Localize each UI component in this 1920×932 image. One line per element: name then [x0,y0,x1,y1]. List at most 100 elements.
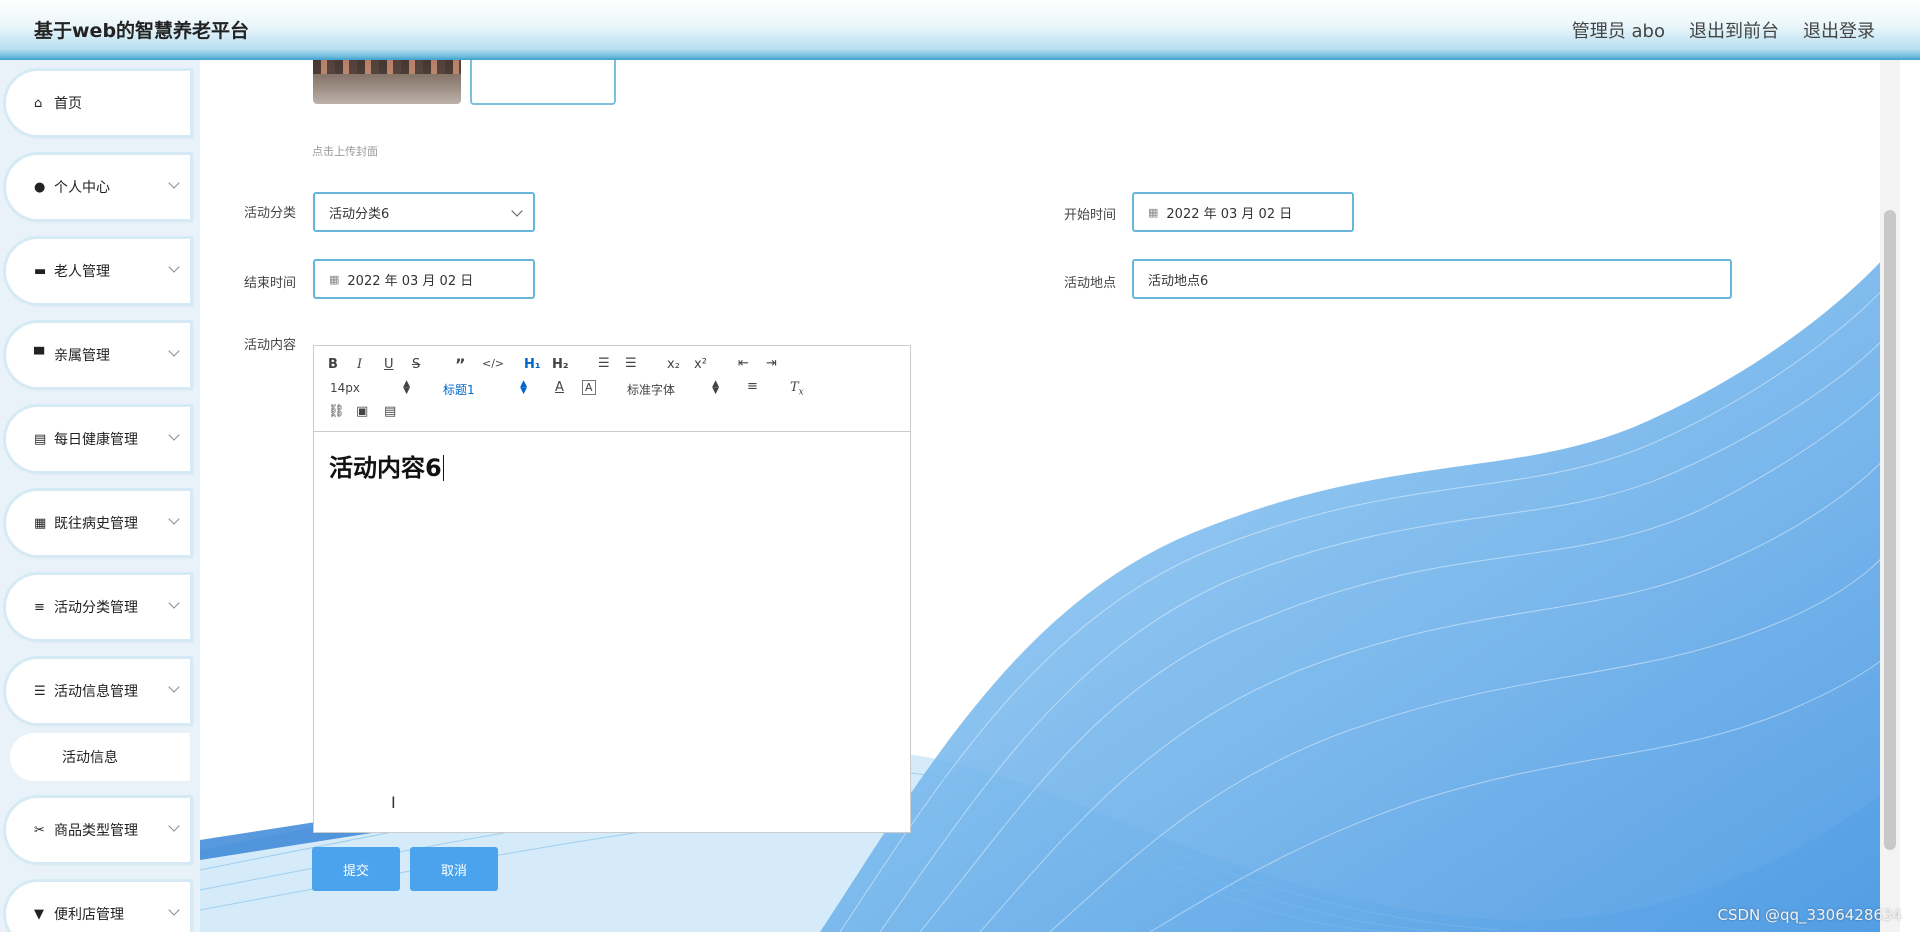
superscript-icon[interactable]: x² [694,357,707,372]
edit-form: 点击上传封面 活动分类 活动分类6 开始时间 ▦ 2022 年 03 月 02 … [200,60,1900,932]
sidebar-item-label: 商品类型管理 [54,823,138,839]
image-icon[interactable]: ▣ [356,404,368,419]
bullet-list-icon[interactable]: ☰ [625,356,637,371]
heading-select[interactable]: 标题1 ▲ ▼ [443,379,527,398]
sidebar-item-home[interactable]: ⌂ 首页 [6,71,190,135]
tray-icon: ▀ [34,347,44,363]
store-icon: ▼ [34,906,44,922]
start-time-value: 2022 年 03 月 02 日 [1166,206,1293,222]
font-family-select[interactable]: 标准字体 ▲ ▼ [627,380,719,398]
clipboard-icon: ▤ [34,431,47,447]
code-block-icon[interactable]: </> [482,357,504,370]
align-icon[interactable]: ≡ [747,379,758,394]
clear-format-icon[interactable]: Tx [790,380,804,398]
sidebar-item-label: 个人中心 [54,180,110,196]
sidebar-item-label: 首页 [54,96,82,112]
user-icon: ● [34,179,46,195]
back-to-frontend-link[interactable]: 退出到前台 [1689,17,1779,43]
ordered-list-icon[interactable]: ☰ [598,356,610,371]
editor-content-text: 活动内容6 [329,454,442,482]
calendar-icon: ▦ [1148,205,1159,219]
chevron-down-icon [168,513,180,525]
sidebar-item-label: 既往病史管理 [54,516,138,532]
blockquote-icon[interactable]: ” [455,355,466,374]
chevron-down-icon [168,904,180,916]
sidebar-item-relatives[interactable]: ▀ 亲属管理 [6,323,190,387]
place-input[interactable]: 活动地点6 [1132,259,1732,299]
sidebar-item-personal-center[interactable]: ● 个人中心 [6,155,190,219]
bold-icon[interactable]: B [328,357,338,372]
sidebar-subitem-activity-info[interactable]: 活动信息 [10,733,190,781]
start-time-label: 开始时间 [1064,208,1117,223]
sidebar-item-label: 老人管理 [54,264,110,280]
sidebar-item-medical-history[interactable]: ▦ 既往病史管理 [6,491,190,555]
heading2-icon[interactable]: H₂ [552,357,569,372]
chevron-down-icon [168,177,180,189]
sidebar-item-label: 亲属管理 [54,348,110,364]
cancel-button[interactable]: 取消 [410,847,498,891]
end-time-input[interactable]: ▦ 2022 年 03 月 02 日 [313,259,535,299]
top-header: 基于web的智慧养老平台 管理员 abo 退出到前台 退出登录 [0,0,1920,60]
logout-link[interactable]: 退出登录 [1803,17,1875,43]
chevron-down-icon [511,205,523,217]
sidebar-item-daily-health[interactable]: ▤ 每日健康管理 [6,407,190,471]
csdn-watermark: CSDN @qq_3306428634 [1717,906,1902,924]
sidebar-item-activity-info[interactable]: ☰ 活动信息管理 [6,659,190,723]
text-cursor [442,455,444,481]
chevron-down-icon [168,345,180,357]
underline-icon[interactable]: U [384,357,394,372]
header-nav: 管理员 abo 退出到前台 退出登录 [1572,17,1875,43]
grid-icon: ▦ [34,515,47,531]
ticket-icon: ✂ [34,822,45,838]
outdent-icon[interactable]: ⇤ [738,356,749,371]
font-size-select[interactable]: 14px ▲ ▼ [330,379,410,397]
heading1-icon[interactable]: H₁ [524,357,541,372]
submit-button[interactable]: 提交 [312,847,400,891]
sidebar: ⌂ 首页 ● 个人中心 ▬ 老人管理 ▀ 亲属管理 ▤ 每日健康管理 ▦ 既往病… [0,60,200,932]
cover-image-thumbnail[interactable] [313,60,461,104]
strikethrough-icon[interactable]: S [412,357,420,372]
font-color-icon[interactable]: A [555,380,564,395]
admin-user-label[interactable]: 管理员 abo [1572,17,1665,43]
chevron-down-icon [168,597,180,609]
rich-text-editor: B I U S ” </> H₁ H₂ ☰ ☰ x₂ x² ⇤ ⇥ 14px ▲… [313,345,911,833]
updown-icon: ▲ ▼ [403,379,410,396]
place-value: 活动地点6 [1148,273,1209,289]
sliders-icon: ☰ [34,683,46,699]
link-icon[interactable]: ⛓ [328,404,345,419]
content-label: 活动内容 [244,338,297,353]
sidebar-item-product-type[interactable]: ✂ 商品类型管理 [6,798,190,862]
list-icon: ≡ [34,599,45,615]
category-select-value: 活动分类6 [329,206,390,222]
editor-toolbar: B I U S ” </> H₁ H₂ ☰ ☰ x₂ x² ⇤ ⇥ 14px ▲… [314,346,910,432]
sidebar-item-store[interactable]: ▼ 便利店管理 [6,882,190,932]
vertical-scrollbar[interactable] [1880,60,1900,932]
chevron-down-icon [168,681,180,693]
mouse-ibeam-cursor: I [391,793,396,812]
editor-content[interactable]: 活动内容6 [329,448,444,483]
background-color-icon[interactable]: A [582,380,596,395]
sidebar-item-elderly[interactable]: ▬ 老人管理 [6,239,190,303]
sidebar-item-label: 便利店管理 [54,907,124,923]
calendar-icon: ▦ [329,272,340,286]
app-title: 基于web的智慧养老平台 [34,20,250,42]
end-time-value: 2022 年 03 月 02 日 [347,273,474,289]
font-size-value: 14px [330,381,360,395]
home-icon: ⌂ [34,95,43,111]
sidebar-item-activity-category[interactable]: ≡ 活动分类管理 [6,575,190,639]
video-icon[interactable]: ▤ [384,404,396,419]
subscript-icon[interactable]: x₂ [667,357,680,372]
italic-icon[interactable]: I [357,357,362,372]
main-content: 点击上传封面 活动分类 活动分类6 开始时间 ▦ 2022 年 03 月 02 … [200,60,1900,932]
scrollbar-thumb[interactable] [1884,210,1896,850]
category-select[interactable]: 活动分类6 [313,192,535,232]
updown-icon: ▲ ▼ [520,379,527,396]
start-time-input[interactable]: ▦ 2022 年 03 月 02 日 [1132,192,1354,232]
end-time-label: 结束时间 [244,276,297,291]
cover-upload-box[interactable] [470,60,616,105]
font-family-value: 标准字体 [627,383,676,397]
heading-value: 标题1 [443,383,475,397]
indent-icon[interactable]: ⇥ [766,356,777,371]
chevron-down-icon [168,429,180,441]
chevron-down-icon [168,820,180,832]
